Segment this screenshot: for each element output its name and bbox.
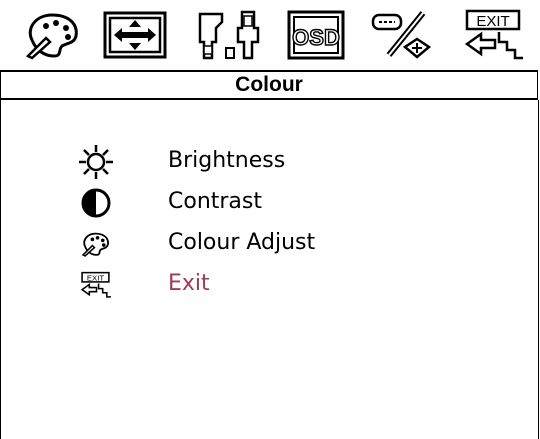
contrast-icon: [74, 183, 118, 223]
menu-item-exit[interactable]: EXIT Exit: [0, 265, 540, 305]
menu-item-colour-adjust[interactable]: Colour Adjust: [0, 224, 540, 264]
palette-icon: [74, 224, 118, 264]
position-arrows-icon[interactable]: [100, 6, 170, 64]
menu-item-brightness[interactable]: Brightness: [0, 142, 540, 182]
exit-icon[interactable]: EXIT: [460, 6, 528, 64]
svg-text:OSD: OSD: [292, 25, 340, 50]
menu-item-label: Colour Adjust: [168, 230, 316, 255]
tools-icon[interactable]: [368, 6, 440, 64]
menu-item-label: Exit: [168, 271, 210, 296]
osd-window: OSD EXIT Colour Brightness Contrast Colo…: [0, 0, 540, 439]
exit-icon: EXIT: [74, 265, 118, 305]
svg-text:EXIT: EXIT: [476, 13, 509, 30]
connectors-icon[interactable]: [192, 6, 266, 64]
palette-icon[interactable]: [22, 6, 84, 64]
svg-text:EXIT: EXIT: [87, 273, 104, 282]
menu-title: Colour: [235, 73, 303, 96]
menu-item-contrast[interactable]: Contrast: [0, 183, 540, 223]
menu-item-label: Contrast: [168, 189, 263, 214]
osd-icon[interactable]: OSD: [285, 6, 347, 64]
osd-toolbar: OSD EXIT: [0, 0, 540, 70]
menu-title-bar: Colour: [0, 70, 538, 100]
brightness-icon: [74, 142, 118, 182]
menu-item-label: Brightness: [168, 148, 286, 173]
